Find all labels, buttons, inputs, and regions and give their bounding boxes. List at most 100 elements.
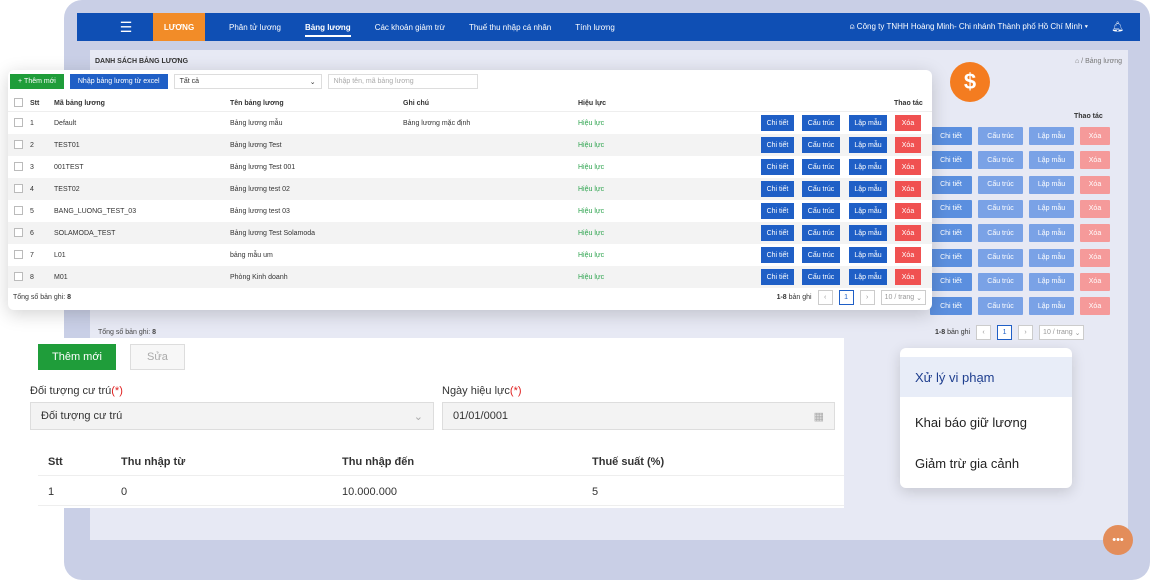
nav-item-income-tax[interactable]: Thuế thu nhập cá nhân	[469, 23, 551, 32]
bg-detail-button[interactable]: Chi tiết	[930, 272, 972, 291]
structure-button[interactable]: Cấu trúc	[802, 225, 840, 241]
bg-detail-button[interactable]: Chi tiết	[930, 248, 972, 267]
delete-button[interactable]: Xóa	[895, 203, 921, 219]
bg-structure-button[interactable]: Cấu trúc	[978, 127, 1023, 145]
menu-icon[interactable]: ☰	[111, 19, 141, 36]
bg-delete-button[interactable]: Xóa	[1080, 272, 1110, 291]
bg-template-button[interactable]: Lập mẫu	[1029, 248, 1074, 267]
template-button[interactable]: Lập mẫu	[849, 159, 887, 175]
bg-prev-page-button[interactable]: ‹	[976, 325, 992, 340]
detail-button[interactable]: Chi tiết	[761, 137, 794, 153]
bg-next-page-button[interactable]: ›	[1018, 325, 1034, 340]
chat-icon[interactable]: •••	[1103, 525, 1133, 555]
template-button[interactable]: Lập mẫu	[849, 203, 887, 219]
form-edit-button[interactable]: Sửa	[130, 344, 185, 370]
menu-item-hold-salary[interactable]: Khai báo giữ lương	[900, 402, 1072, 442]
detail-button[interactable]: Chi tiết	[761, 203, 794, 219]
bg-detail-button[interactable]: Chi tiết	[930, 199, 972, 218]
bg-detail-button[interactable]: Chi tiết	[930, 151, 972, 170]
tax-row-to[interactable]: 10.000.000	[342, 478, 397, 506]
structure-button[interactable]: Cấu trúc	[802, 203, 840, 219]
bg-template-button[interactable]: Lập mẫu	[1029, 224, 1074, 243]
import-excel-button[interactable]: Nhập bảng lương từ excel	[69, 74, 168, 89]
detail-button[interactable]: Chi tiết	[761, 159, 794, 175]
home-icon[interactable]: ⌂	[1075, 58, 1079, 65]
bg-delete-button[interactable]: Xóa	[1080, 199, 1110, 218]
bg-template-button[interactable]: Lập mẫu	[1029, 175, 1074, 194]
delete-button[interactable]: Xóa	[895, 115, 921, 131]
detail-button[interactable]: Chi tiết	[761, 269, 794, 285]
tax-row-from[interactable]: 0	[121, 478, 127, 506]
company-selector[interactable]: ⍝ Công ty TNHH Hoàng Minh- Chi nhánh Thà…	[850, 22, 1088, 32]
page-button[interactable]: 1	[838, 290, 854, 305]
structure-button[interactable]: Cấu trúc	[802, 181, 840, 197]
row-checkbox[interactable]	[14, 250, 23, 259]
bg-delete-button[interactable]: Xóa	[1080, 127, 1110, 145]
template-button[interactable]: Lập mẫu	[849, 247, 887, 263]
detail-button[interactable]: Chi tiết	[761, 181, 794, 197]
template-button[interactable]: Lập mẫu	[849, 181, 887, 197]
delete-button[interactable]: Xóa	[895, 225, 921, 241]
template-button[interactable]: Lập mẫu	[849, 269, 887, 285]
delete-button[interactable]: Xóa	[895, 137, 921, 153]
bg-structure-button[interactable]: Cấu trúc	[978, 151, 1023, 170]
bg-delete-button[interactable]: Xóa	[1080, 248, 1110, 267]
bg-structure-button[interactable]: Cấu trúc	[978, 272, 1023, 291]
nav-item-calculate-salary[interactable]: Tính lương	[575, 23, 615, 32]
bell-icon[interactable]: 🔔︎	[1111, 22, 1124, 33]
detail-button[interactable]: Chi tiết	[761, 115, 794, 131]
detail-button[interactable]: Chi tiết	[761, 247, 794, 263]
nav-item-payroll[interactable]: Bảng lương	[304, 23, 351, 37]
bg-detail-button[interactable]: Chi tiết	[930, 297, 972, 316]
nav-item-salary-components[interactable]: Phân tử lương	[229, 23, 281, 32]
delete-button[interactable]: Xóa	[895, 159, 921, 175]
delete-button[interactable]: Xóa	[895, 269, 921, 285]
bg-delete-button[interactable]: Xóa	[1080, 224, 1110, 243]
bg-structure-button[interactable]: Cấu trúc	[978, 199, 1023, 218]
page-size-select[interactable]: 10 / trang ⌄	[880, 290, 926, 305]
bg-delete-button[interactable]: Xóa	[1080, 151, 1110, 170]
bg-template-button[interactable]: Lập mẫu	[1029, 272, 1074, 291]
bg-template-button[interactable]: Lập mẫu	[1029, 199, 1074, 218]
add-new-button[interactable]: + Thêm mới	[10, 74, 64, 89]
next-page-button[interactable]: ›	[859, 290, 875, 305]
bg-structure-button[interactable]: Cấu trúc	[978, 175, 1023, 194]
delete-button[interactable]: Xóa	[895, 247, 921, 263]
bg-delete-button[interactable]: Xóa	[1080, 175, 1110, 194]
bg-page-size-select[interactable]: 10 / trang ⌄	[1039, 325, 1085, 340]
row-checkbox[interactable]	[14, 162, 23, 171]
bg-structure-button[interactable]: Cấu trúc	[978, 297, 1023, 316]
template-button[interactable]: Lập mẫu	[849, 115, 887, 131]
structure-button[interactable]: Cấu trúc	[802, 247, 840, 263]
select-all-checkbox[interactable]	[14, 98, 23, 107]
structure-button[interactable]: Cấu trúc	[802, 269, 840, 285]
bg-template-button[interactable]: Lập mẫu	[1029, 297, 1074, 316]
bg-template-button[interactable]: Lập mẫu	[1029, 151, 1074, 170]
prev-page-button[interactable]: ‹	[817, 290, 833, 305]
row-checkbox[interactable]	[14, 206, 23, 215]
bg-structure-button[interactable]: Cấu trúc	[978, 224, 1023, 243]
bg-template-button[interactable]: Lập mẫu	[1029, 127, 1074, 145]
bg-page-button[interactable]: 1	[997, 325, 1013, 340]
module-brand[interactable]: LƯƠNG	[153, 13, 205, 41]
row-checkbox[interactable]	[14, 140, 23, 149]
bg-detail-button[interactable]: Chi tiết	[930, 175, 972, 194]
template-button[interactable]: Lập mẫu	[849, 225, 887, 241]
tax-row-rate[interactable]: 5	[592, 478, 598, 506]
bg-detail-button[interactable]: Chi tiết	[930, 224, 972, 243]
form-add-new-button[interactable]: Thêm mới	[38, 344, 116, 370]
row-checkbox[interactable]	[14, 228, 23, 237]
nav-item-deductions[interactable]: Các khoản giảm trừ	[375, 23, 445, 32]
structure-button[interactable]: Cấu trúc	[802, 115, 840, 131]
resident-select[interactable]: Đối tượng cư trú ⌄	[30, 402, 434, 430]
structure-button[interactable]: Cấu trúc	[802, 137, 840, 153]
structure-button[interactable]: Cấu trúc	[802, 159, 840, 175]
bg-delete-button[interactable]: Xóa	[1080, 297, 1110, 316]
delete-button[interactable]: Xóa	[895, 181, 921, 197]
bg-detail-button[interactable]: Chi tiết	[930, 127, 972, 145]
status-filter-select[interactable]: Tất cả ⌄	[173, 74, 322, 89]
menu-item-family-deduction[interactable]: Giảm trừ gia cảnh	[900, 443, 1072, 483]
template-button[interactable]: Lập mẫu	[849, 137, 887, 153]
effective-date-input[interactable]: 01/01/0001 ▦	[442, 402, 835, 430]
bg-structure-button[interactable]: Cấu trúc	[978, 248, 1023, 267]
